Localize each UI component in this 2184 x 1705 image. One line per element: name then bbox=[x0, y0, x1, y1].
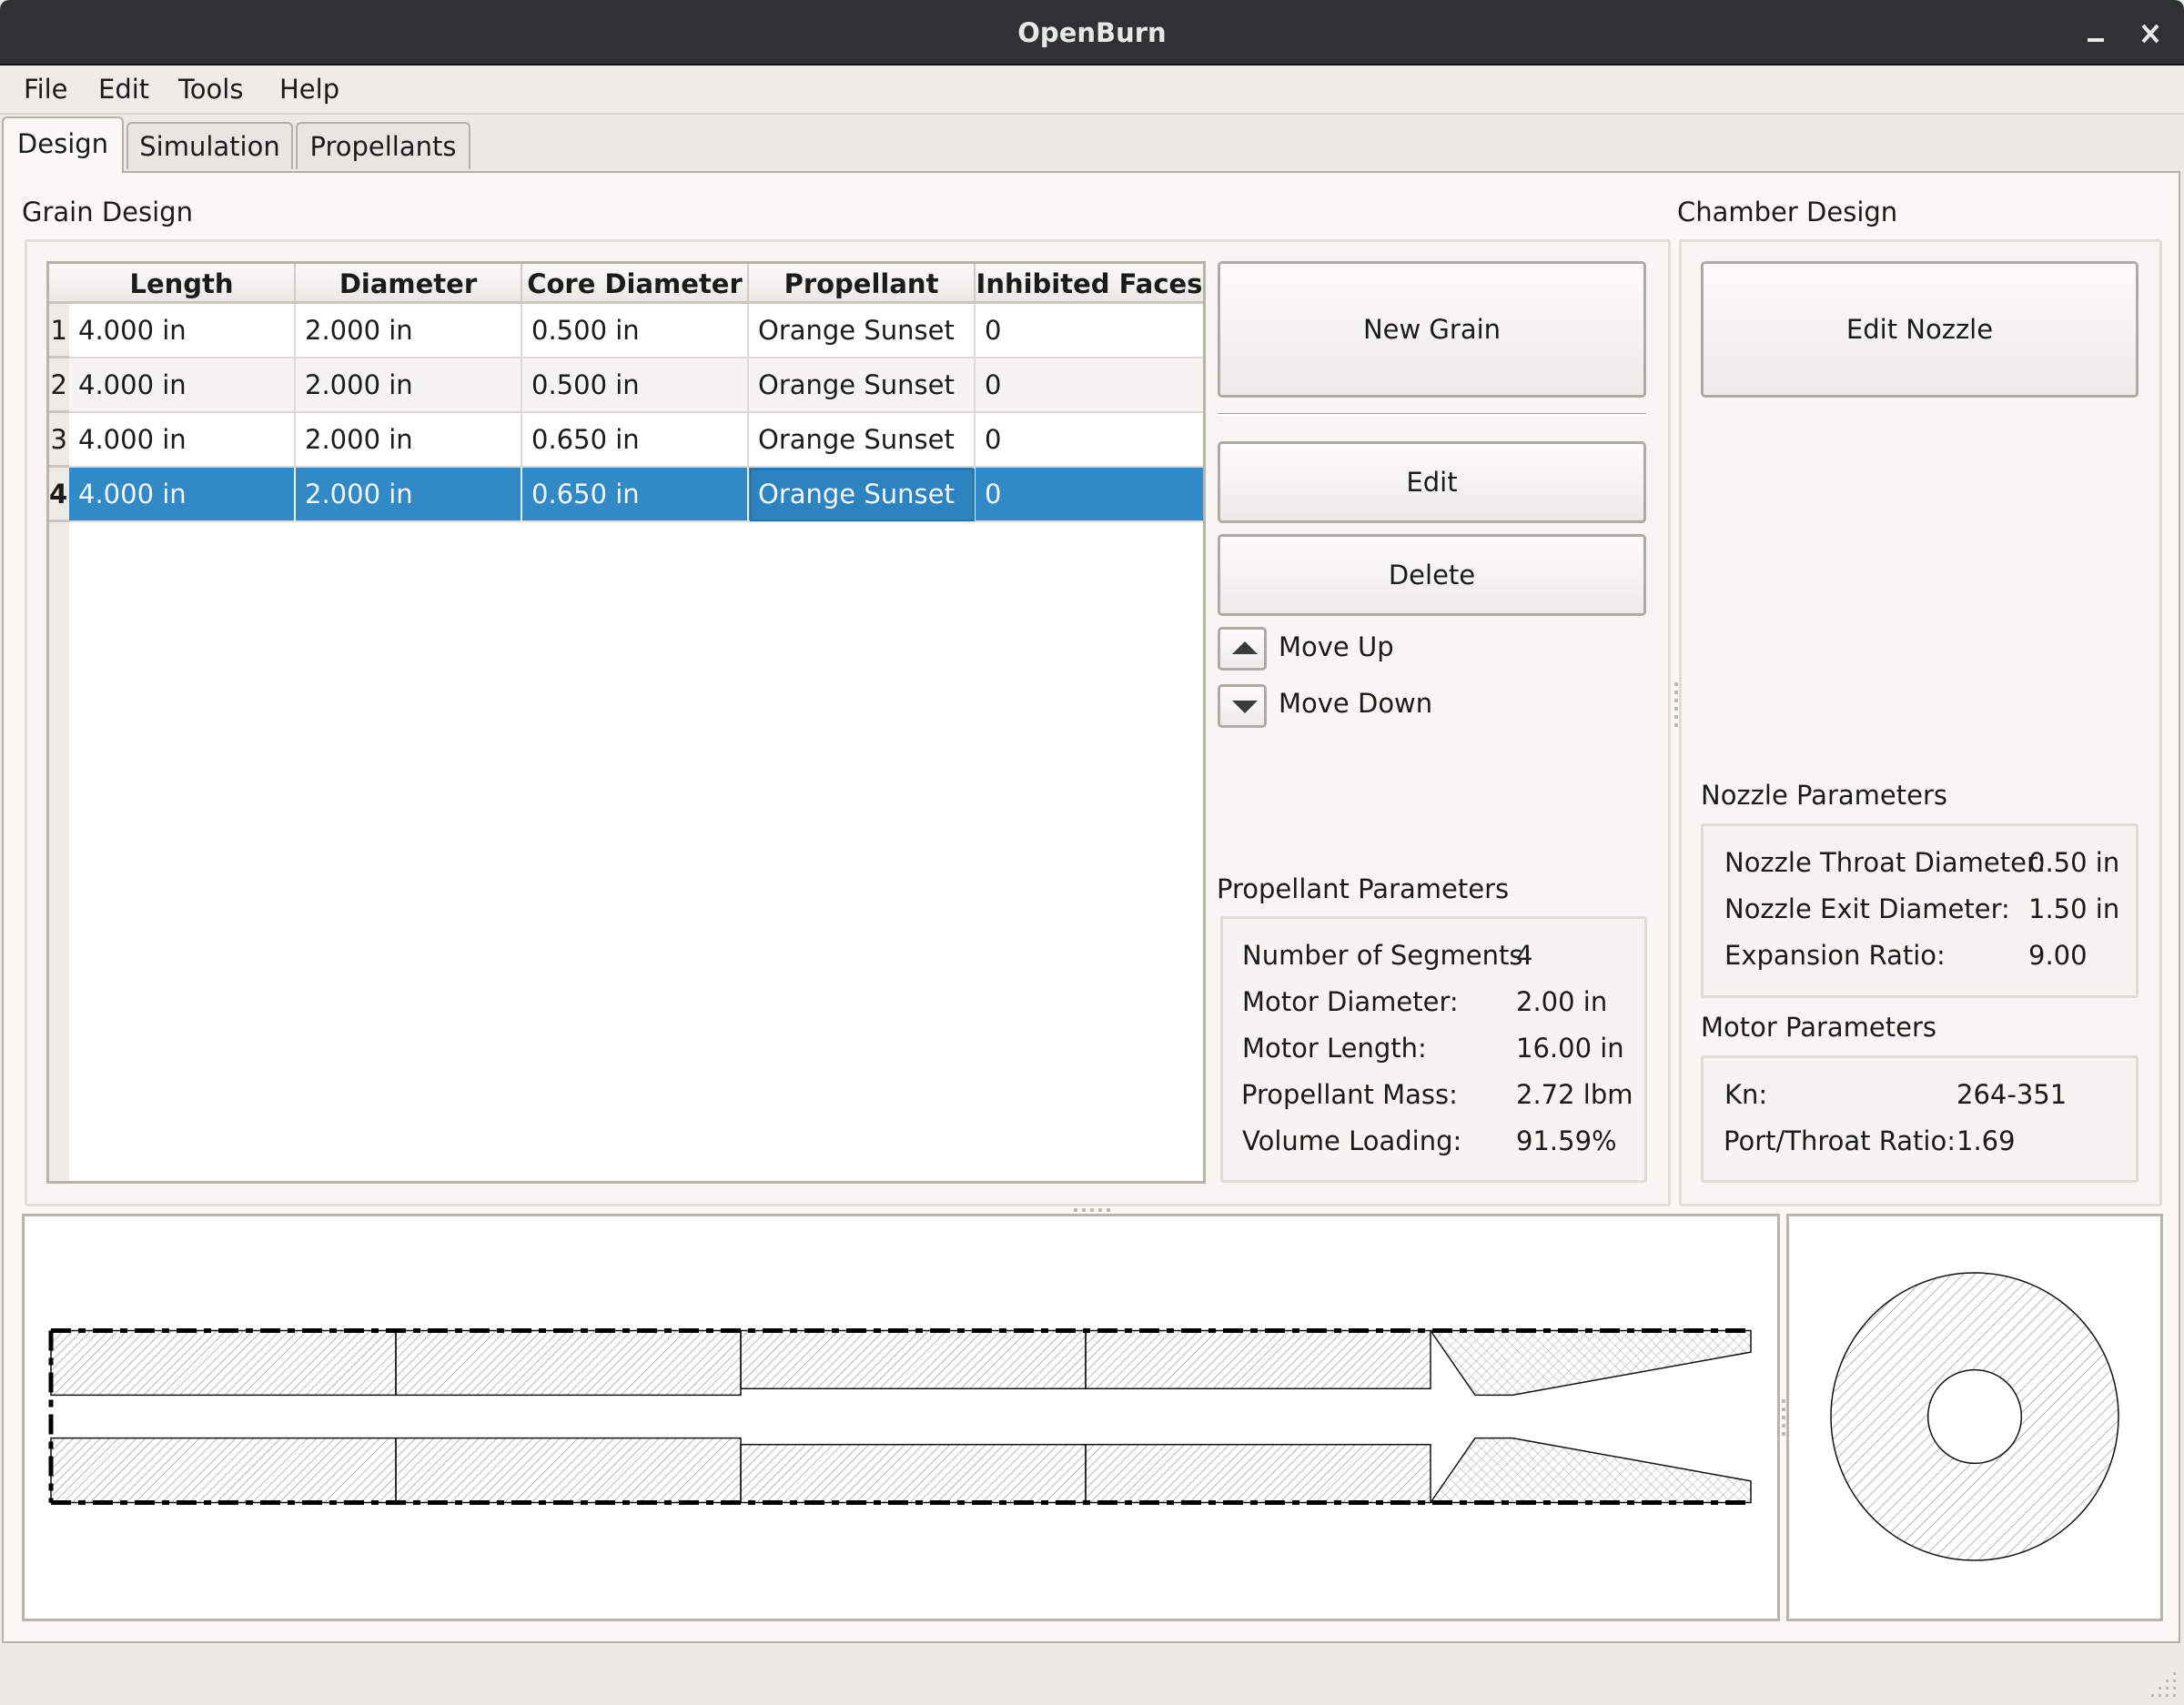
motor-diameter-label: Motor Diameter: bbox=[1242, 986, 1459, 1017]
column-header-core-diameter[interactable]: Core Diameter bbox=[522, 264, 749, 304]
cell-propellant[interactable]: Orange Sunset bbox=[749, 304, 976, 358]
move-up-button[interactable] bbox=[1218, 627, 1267, 671]
cell-propellant[interactable]: Orange Sunset bbox=[749, 358, 976, 413]
tab-simulation[interactable]: Simulation bbox=[126, 122, 293, 169]
cell-inhibited-faces[interactable]: 0 bbox=[976, 413, 1203, 468]
cell-length[interactable]: 4.000 in bbox=[69, 304, 296, 358]
propellant-mass-value: 2.72 lbm bbox=[1516, 1079, 1633, 1110]
menu-file[interactable]: File bbox=[24, 66, 68, 113]
minimize-icon[interactable] bbox=[2082, 16, 2109, 49]
grain-cross-section-view bbox=[1786, 1214, 2163, 1621]
cell-propellant[interactable]: Orange Sunset bbox=[749, 468, 976, 522]
grain-3-lower bbox=[740, 1443, 1087, 1504]
separator bbox=[1218, 413, 1646, 416]
expansion-ratio-value: 9.00 bbox=[2028, 940, 2088, 971]
volume-loading-value: 91.59% bbox=[1516, 1125, 1617, 1156]
motor-diameter-value: 2.00 in bbox=[1516, 986, 1608, 1017]
row-header[interactable]: 1 bbox=[49, 304, 69, 358]
cell-core-diameter[interactable]: 0.500 in bbox=[522, 304, 749, 358]
grain-1-lower bbox=[50, 1437, 397, 1504]
cell-diameter[interactable]: 2.000 in bbox=[296, 468, 522, 522]
grain-1-upper bbox=[50, 1329, 397, 1397]
cell-diameter[interactable]: 2.000 in bbox=[296, 358, 522, 413]
horizontal-splitter-handle[interactable] bbox=[1065, 1203, 1119, 1214]
motor-cross-section-view bbox=[22, 1214, 1780, 1621]
nozzle-exit-diameter-value: 1.50 in bbox=[2028, 893, 2120, 924]
port-throat-ratio-value: 1.69 bbox=[1956, 1125, 2016, 1156]
column-header-inhibited-faces[interactable]: Inhibited Faces bbox=[976, 264, 1203, 304]
tab-design[interactable]: Design bbox=[2, 116, 124, 173]
cell-propellant[interactable]: Orange Sunset bbox=[749, 413, 976, 468]
grain-2-lower bbox=[395, 1437, 742, 1504]
motor-diagram bbox=[48, 1328, 1752, 1505]
cell-inhibited-faces[interactable]: 0 bbox=[976, 468, 1203, 522]
expansion-ratio-label: Expansion Ratio: bbox=[1724, 940, 1946, 971]
grain-3-upper bbox=[740, 1329, 1087, 1390]
nozzle-exit-diameter-label: Nozzle Exit Diameter: bbox=[1724, 893, 2010, 924]
motor-length-label: Motor Length: bbox=[1242, 1033, 1427, 1064]
nozzle-parameters-title: Nozzle Parameters bbox=[1701, 780, 1947, 811]
tab-propellants[interactable]: Propellants bbox=[296, 122, 470, 169]
volume-loading-label: Volume Loading: bbox=[1242, 1125, 1462, 1156]
arrow-down-icon bbox=[1232, 701, 1258, 713]
port-throat-ratio-label: Port/Throat Ratio: bbox=[1724, 1125, 1956, 1156]
nozzle-upper bbox=[1429, 1329, 1752, 1397]
status-bar bbox=[0, 1645, 2184, 1705]
arrow-up-icon bbox=[1232, 641, 1258, 654]
cell-diameter[interactable]: 2.000 in bbox=[296, 304, 522, 358]
cell-diameter[interactable]: 2.000 in bbox=[296, 413, 522, 468]
row-header[interactable]: 3 bbox=[49, 413, 69, 468]
propellant-mass-label: Propellant Mass: bbox=[1241, 1079, 1458, 1110]
menu-bar: File Edit Tools Help bbox=[0, 66, 2184, 115]
kn-label: Kn: bbox=[1724, 1079, 1768, 1110]
motor-parameters-title: Motor Parameters bbox=[1701, 1012, 1937, 1043]
grain-design-title: Grain Design bbox=[22, 197, 193, 227]
new-grain-button[interactable]: New Grain bbox=[1218, 261, 1646, 398]
cell-core-diameter[interactable]: 0.500 in bbox=[522, 358, 749, 413]
row-header[interactable]: 4 bbox=[49, 468, 69, 522]
cell-inhibited-faces[interactable]: 0 bbox=[976, 304, 1203, 358]
delete-grain-button[interactable]: Delete bbox=[1218, 534, 1646, 616]
cell-core-diameter[interactable]: 0.650 in bbox=[522, 468, 749, 522]
grain-end-view bbox=[1830, 1272, 2119, 1561]
nozzle-throat-diameter-value: 0.50 in bbox=[2028, 847, 2120, 878]
propellant-parameters-title: Propellant Parameters bbox=[1217, 873, 1510, 904]
move-down-label[interactable]: Move Down bbox=[1279, 688, 1432, 719]
cell-length[interactable]: 4.000 in bbox=[69, 413, 296, 468]
cell-length[interactable]: 4.000 in bbox=[69, 468, 296, 522]
number-of-segments-label: Number of Segments: bbox=[1242, 940, 1532, 971]
grain-2-upper bbox=[395, 1329, 742, 1397]
menu-edit[interactable]: Edit bbox=[98, 66, 149, 113]
motor-length-value: 16.00 in bbox=[1516, 1033, 1624, 1064]
edit-nozzle-button[interactable]: Edit Nozzle bbox=[1701, 261, 2138, 398]
kn-value: 264-351 bbox=[1956, 1079, 2068, 1110]
number-of-segments-value: 4 bbox=[1516, 940, 1533, 971]
table-corner bbox=[49, 264, 69, 304]
move-down-button[interactable] bbox=[1218, 684, 1267, 728]
cell-length[interactable]: 4.000 in bbox=[69, 358, 296, 413]
chamber-design-title: Chamber Design bbox=[1677, 197, 1898, 227]
column-header-length[interactable]: Length bbox=[69, 264, 296, 304]
grain-end-annulus bbox=[1830, 1272, 2119, 1561]
move-up-label[interactable]: Move Up bbox=[1279, 631, 1394, 662]
edit-grain-button[interactable]: Edit bbox=[1218, 441, 1646, 523]
menu-tools[interactable]: Tools bbox=[178, 66, 243, 113]
cell-inhibited-faces[interactable]: 0 bbox=[976, 358, 1203, 413]
column-header-diameter[interactable]: Diameter bbox=[296, 264, 522, 304]
window-title: OpenBurn bbox=[1017, 17, 1167, 48]
nozzle-lower bbox=[1429, 1437, 1752, 1504]
motor-parameters-box bbox=[1701, 1055, 2138, 1183]
close-icon[interactable] bbox=[2137, 15, 2164, 51]
menu-help[interactable]: Help bbox=[279, 66, 339, 113]
row-header[interactable]: 2 bbox=[49, 358, 69, 413]
nozzle-throat-diameter-label: Nozzle Throat Diameter: bbox=[1724, 847, 2047, 878]
cell-core-diameter[interactable]: 0.650 in bbox=[522, 413, 749, 468]
resize-grip-icon[interactable] bbox=[2148, 1669, 2179, 1700]
column-header-propellant[interactable]: Propellant bbox=[749, 264, 976, 304]
grain-4-upper bbox=[1085, 1329, 1431, 1390]
grain-4-lower bbox=[1085, 1443, 1431, 1504]
